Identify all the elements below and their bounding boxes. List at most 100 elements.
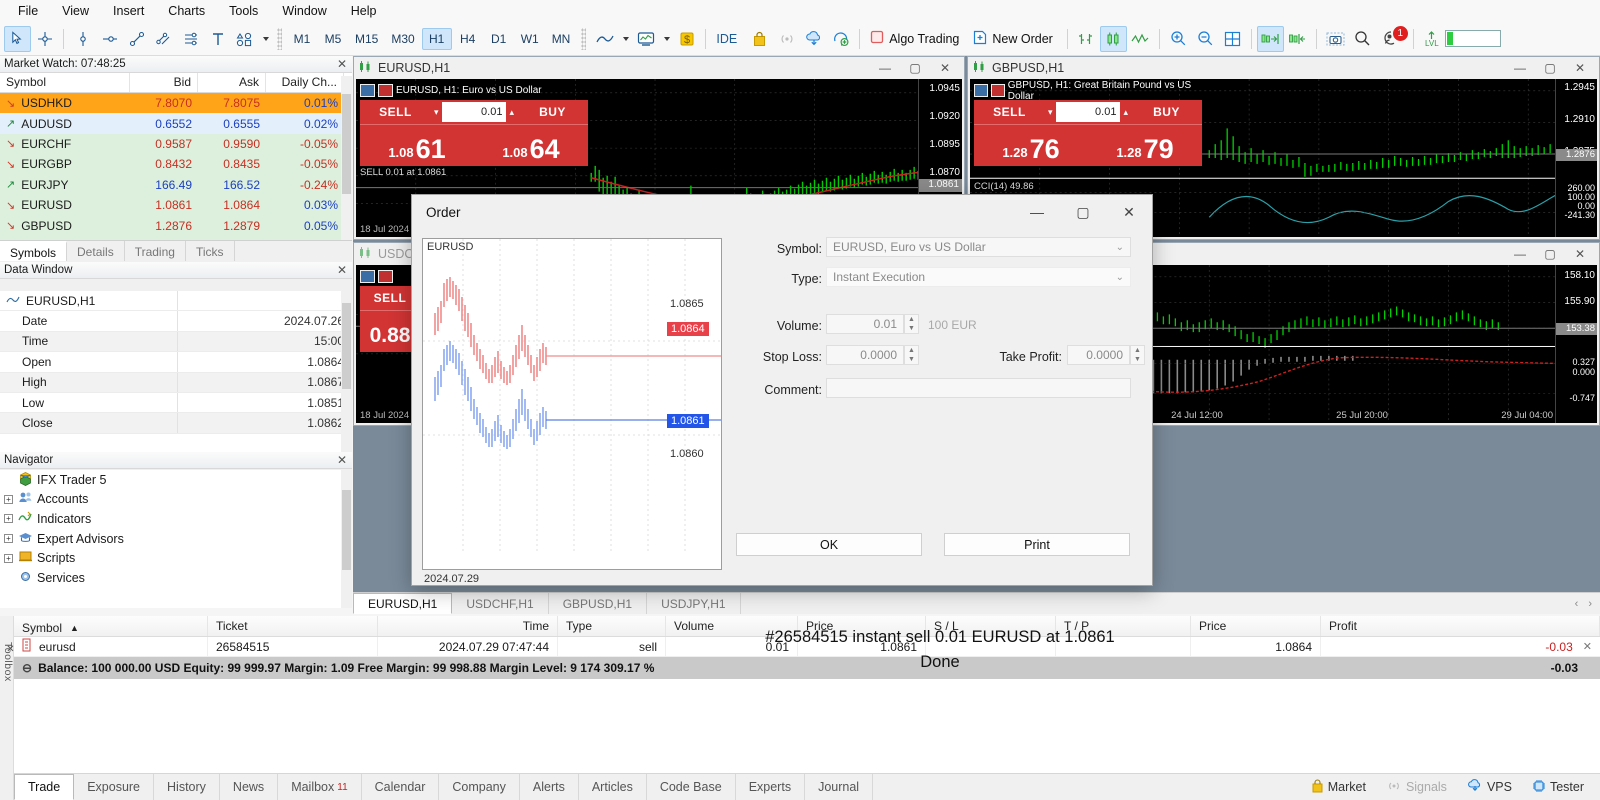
market-watch-row[interactable]: ↗ AUDUSD 0.6552 0.6555 0.02% [0, 113, 352, 134]
oct-menu-icon[interactable] [360, 270, 375, 283]
navigator-item-accounts[interactable]: + Accounts [0, 490, 352, 510]
close-button[interactable]: ✕ [1565, 58, 1595, 78]
column-time[interactable]: Time [378, 616, 558, 636]
vertical-line-tool-button[interactable] [69, 26, 96, 52]
chart-tab-usdchf[interactable]: USDCHF,H1 [452, 593, 549, 614]
chart-type-dropdown-button[interactable] [618, 26, 632, 52]
close-icon[interactable]: ✕ [337, 263, 347, 277]
chart-tab-eurusd[interactable]: EURUSD,H1 [353, 593, 453, 614]
market-watch-row[interactable]: ↗ EURJPY 166.49 166.52 -0.24% [0, 174, 352, 195]
template-dropdown-button[interactable] [659, 26, 673, 52]
search-icon[interactable] [1349, 26, 1376, 52]
minimize-button[interactable]: — [1505, 58, 1535, 78]
toolbox-tab-experts[interactable]: Experts [736, 774, 806, 800]
status-signals-button[interactable]: Signals [1378, 780, 1455, 795]
timeframe-h4-button[interactable]: H4 [453, 28, 483, 50]
oct-chart-icon[interactable] [990, 84, 1005, 97]
sell-price[interactable]: 1.08 61 [360, 124, 474, 166]
chart-window-eurusd-titlebar[interactable]: EURUSD,H1 — ▢ ✕ [354, 57, 964, 79]
toolbox-tab-code-base[interactable]: Code Base [647, 774, 736, 800]
column-symbol[interactable]: Symbol [0, 73, 130, 92]
maximize-button[interactable]: ▢ [1535, 244, 1565, 264]
volume-input[interactable]: 0.01 [826, 314, 904, 334]
oct-menu-icon[interactable] [360, 84, 375, 97]
cursor-tool-button[interactable] [4, 25, 31, 52]
toolbox-tab-alerts[interactable]: Alerts [520, 774, 579, 800]
toolbox-tab-exposure[interactable]: Exposure [74, 774, 155, 800]
close-button[interactable]: ✕ [930, 58, 960, 78]
horizontal-line-tool-button[interactable] [96, 26, 123, 52]
timeframe-m5-button[interactable]: M5 [318, 28, 348, 50]
status-tester-button[interactable]: Tester [1524, 779, 1592, 796]
timeframe-w1-button[interactable]: W1 [515, 28, 545, 50]
scroll-right-icon[interactable]: › [1588, 598, 1592, 610]
screenshot-button[interactable] [1322, 26, 1349, 52]
data-window-scrollbar[interactable] [341, 291, 352, 453]
column-ask[interactable]: Ask [198, 73, 266, 92]
expand-icon[interactable]: + [4, 514, 13, 524]
column-daily-change[interactable]: Daily Ch... [266, 73, 344, 92]
shift-chart-right-button[interactable] [1256, 25, 1284, 52]
maximize-button[interactable]: ▢ [1535, 58, 1565, 78]
toolbar-grip-2[interactable] [581, 27, 587, 50]
buy-button[interactable]: BUY [517, 100, 588, 124]
expand-icon[interactable]: + [4, 553, 13, 563]
market-watch-row[interactable]: ↘ USDHKD 7.8070 7.8075 0.01% [0, 93, 352, 114]
volume-input[interactable]: 0.01 [441, 102, 507, 122]
sell-button[interactable]: SELL [360, 100, 431, 124]
sell-price[interactable]: 1.28 76 [974, 124, 1088, 166]
line-chart-button[interactable] [591, 26, 618, 52]
algo-trading-button[interactable]: Algo Trading [865, 27, 968, 51]
menu-item-file[interactable]: File [6, 2, 50, 20]
navigator-item-expert-advisors[interactable]: + Expert Advisors [0, 529, 352, 549]
oct-chart-icon[interactable] [378, 84, 393, 97]
chart-tab-usdjpy[interactable]: USDJPY,H1 [647, 593, 741, 614]
tile-windows-button[interactable] [1219, 26, 1246, 52]
buy-button[interactable]: BUY [1131, 100, 1202, 124]
ide-button[interactable]: IDE [711, 27, 746, 51]
menu-item-tools[interactable]: Tools [217, 2, 270, 20]
volume-input[interactable]: 0.01 [1055, 102, 1121, 122]
market-watch-row[interactable]: ↘ EURUSD 1.0861 1.0864 0.03% [0, 194, 352, 216]
currency-button[interactable]: $ [673, 26, 700, 52]
take-profit-input[interactable]: 0.0000 [1067, 345, 1130, 365]
toolbox-tab-journal[interactable]: Journal [805, 774, 874, 800]
column-profit[interactable]: Profit [1321, 616, 1600, 636]
buy-price[interactable]: 1.28 79 [1088, 124, 1202, 166]
timeframe-m15-button[interactable]: M15 [349, 28, 384, 50]
zoom-in-button[interactable] [1165, 26, 1192, 52]
menu-item-view[interactable]: View [50, 2, 101, 20]
market-bag-icon[interactable] [746, 26, 773, 52]
chart-window-gbpusd-titlebar[interactable]: GBPUSD,H1 — ▢ ✕ [968, 57, 1599, 79]
column-type[interactable]: Type [558, 616, 666, 636]
market-watch-row[interactable]: ↘ GBPUSD 1.2876 1.2879 0.05% [0, 215, 352, 236]
market-watch-tab-symbols[interactable]: Symbols [0, 241, 68, 261]
collapse-icon[interactable]: ⊖ [22, 661, 32, 675]
close-button[interactable]: ✕ [1565, 244, 1595, 264]
navigator-item-services[interactable]: Services [0, 568, 352, 588]
dialog-maximize-button[interactable]: ▢ [1060, 196, 1106, 229]
text-tool-button[interactable] [204, 26, 231, 52]
chart-tab-gbpusd[interactable]: GBPUSD,H1 [549, 593, 648, 614]
column-bid[interactable]: Bid [130, 73, 198, 92]
type-select[interactable]: Instant Execution ⌄ [826, 267, 1131, 287]
toolbox-tab-news[interactable]: News [220, 774, 279, 800]
timeframe-d1-button[interactable]: D1 [484, 28, 514, 50]
toolbox-tab-articles[interactable]: Articles [579, 774, 647, 800]
print-button[interactable]: Print [944, 533, 1130, 556]
market-watch-tab-details[interactable]: Details [67, 241, 125, 261]
oct-menu-icon[interactable] [974, 84, 988, 97]
add-vps-icon[interactable] [827, 26, 854, 52]
shapes-dropdown-button[interactable] [258, 26, 272, 52]
symbol-select[interactable]: EURUSD, Euro vs US Dollar ⌄ [826, 237, 1131, 257]
market-watch-row[interactable]: ↘ EURGBP 0.8432 0.8435 -0.05% [0, 154, 352, 175]
menu-item-help[interactable]: Help [339, 2, 389, 20]
volume-stepper[interactable]: ▲ ▼ [904, 314, 919, 334]
column-price-current[interactable]: Price [1191, 616, 1321, 636]
minimize-button[interactable]: — [870, 58, 900, 78]
take-profit-stepper[interactable]: ▲ ▼ [1130, 345, 1145, 365]
timeframe-h1-button[interactable]: H1 [421, 27, 452, 50]
column-ticket[interactable]: Ticket [208, 616, 378, 636]
signals-broadcast-icon[interactable] [773, 26, 800, 52]
oct-chart-icon[interactable] [378, 270, 393, 283]
